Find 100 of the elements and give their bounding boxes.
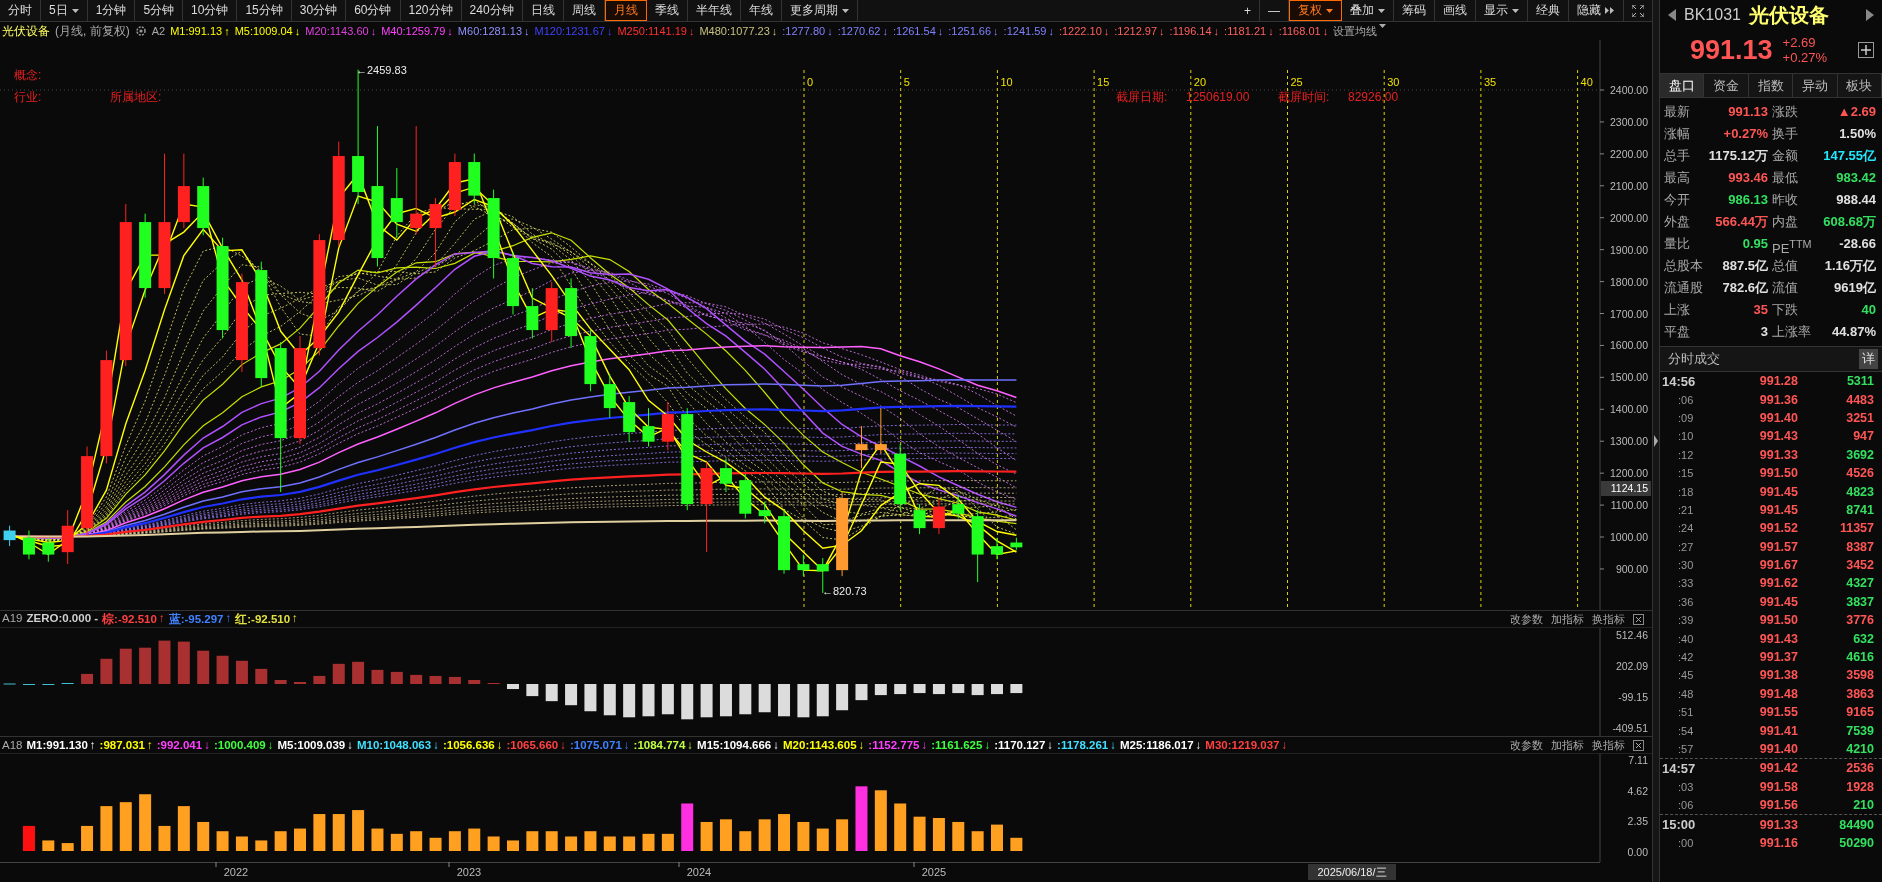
- axis-label: 1400.00: [1610, 403, 1648, 416]
- trade-price: 991.38: [1758, 668, 1798, 683]
- trend-arrow: ↓: [267, 739, 274, 751]
- trade-volume: 3452: [1845, 558, 1874, 573]
- quote-label: 量比: [1664, 235, 1691, 253]
- detail-button[interactable]: 详: [1859, 349, 1878, 369]
- trade-price: 991.16: [1758, 835, 1798, 850]
- trend-arrow: ↓: [1195, 739, 1202, 751]
- trade-volume: 3251: [1845, 410, 1874, 425]
- info-label: 行业:: [14, 90, 42, 104]
- trend-arrow: ↓: [370, 25, 377, 37]
- capture-label: 截屏时间:: [1278, 90, 1330, 104]
- indicator-value: 红:-92.510: [235, 611, 291, 627]
- quote-label: 总股本: [1664, 257, 1704, 275]
- indicator-value: :1170.127: [994, 739, 1046, 751]
- panel-action-link[interactable]: 改参数: [1510, 611, 1543, 627]
- crosshair-price-label: 1124.15: [1601, 481, 1651, 496]
- indicator-value: M15:1094.666: [697, 739, 772, 751]
- quote-label: 上涨: [1664, 301, 1691, 319]
- trade-price: 991.40: [1758, 742, 1798, 756]
- section-title: 分时成交: [1668, 350, 1720, 368]
- trade-time: :21: [1677, 503, 1695, 516]
- trade-price: 991.43: [1758, 429, 1798, 444]
- countdown-label: 10: [1000, 76, 1013, 88]
- indicator-value: 棕:-92.510: [102, 611, 157, 627]
- axis-label: 2023: [456, 866, 482, 878]
- trade-time: :36: [1677, 595, 1695, 608]
- info-label: 所属地区:: [110, 90, 162, 104]
- period-tab[interactable]: 月线: [604, 0, 647, 21]
- trade-time: :39: [1677, 614, 1695, 627]
- axis-label: -409.51: [1612, 722, 1648, 734]
- quote-label: 昨收: [1771, 191, 1799, 209]
- trade-price: 991.40: [1758, 410, 1798, 425]
- trend-arrow: ↓: [993, 25, 999, 37]
- quote-label: 换手: [1771, 125, 1799, 143]
- trend-arrow: ↓: [771, 25, 778, 37]
- trend-arrow: ↓: [560, 739, 566, 751]
- panel-tab[interactable]: 资金: [1704, 74, 1749, 97]
- quote-label: 金额: [1771, 147, 1799, 165]
- axis-label: 1500.00: [1610, 371, 1648, 384]
- panel-action-link[interactable]: 换指标: [1592, 737, 1625, 753]
- trade-volume: 3598: [1845, 668, 1874, 683]
- indicator-value: M25:1186.017: [1120, 739, 1194, 751]
- quote-value: 0.95: [1741, 235, 1768, 253]
- indicator-value: :1178.261: [1057, 739, 1109, 751]
- quote-label: 今开: [1664, 191, 1691, 209]
- panel-action-link[interactable]: 改参数: [1510, 737, 1543, 753]
- indicator-value: M1:991.13: [170, 25, 223, 37]
- trend-arrow: ↓: [606, 25, 613, 37]
- last-price: 991.13: [1690, 34, 1773, 66]
- trend-arrow: ↓: [687, 739, 694, 751]
- trend-arrow: ↓: [347, 739, 353, 751]
- quote-value: 566.44万: [1714, 213, 1768, 231]
- trend-arrow: ↓: [1213, 25, 1220, 37]
- quote-value: 35: [1752, 301, 1768, 319]
- panel-action-link[interactable]: 加指标: [1551, 611, 1584, 627]
- panel-action-link[interactable]: 换指标: [1592, 611, 1625, 627]
- trend-arrow: ↓: [524, 25, 530, 37]
- trend-arrow: ↑: [224, 25, 230, 37]
- ma-settings-button[interactable]: 设置均线: [1333, 23, 1387, 39]
- trade-price: 991.41: [1758, 723, 1798, 738]
- trade-time: :27: [1677, 540, 1695, 553]
- quote-value: 608.68万: [1822, 213, 1876, 231]
- trade-volume: 4327: [1845, 576, 1874, 591]
- quote-value: 993.46: [1727, 169, 1768, 187]
- axis-label: 1100.00: [1610, 499, 1648, 512]
- indicator-name: A18: [2, 739, 23, 751]
- trade-volume: 4483: [1845, 392, 1874, 407]
- trend-arrow: ↑: [292, 611, 298, 626]
- indicator-value: M250:1141.19: [617, 25, 687, 37]
- trade-volume: 3776: [1845, 613, 1874, 628]
- security-code: BK1031: [1684, 6, 1741, 24]
- trade-time: :10: [1677, 430, 1695, 443]
- panel-tab[interactable]: 盘口: [1660, 74, 1705, 97]
- panel-tab[interactable]: 异动: [1793, 74, 1838, 97]
- formula-label: A2: [151, 25, 166, 37]
- trade-price: 991.50: [1758, 466, 1798, 481]
- axis-label: 2300.00: [1610, 115, 1648, 128]
- trade-price: 991.45: [1758, 484, 1798, 499]
- countdown-label: 35: [1483, 76, 1497, 88]
- trend-arrow: ↓: [688, 25, 695, 37]
- panel-action-link[interactable]: 加指标: [1551, 737, 1584, 753]
- axis-label: 2025: [921, 866, 947, 878]
- panel-tab[interactable]: 指数: [1748, 74, 1794, 97]
- indicator-value: :1065.660: [506, 739, 559, 751]
- indicator-value: M1:991.130: [26, 739, 88, 751]
- trend-arrow: ↑: [89, 739, 96, 751]
- indicator-value: :1212.97: [1114, 25, 1158, 37]
- trend-arrow: ↑: [158, 611, 165, 626]
- indicator-value: :987.031: [99, 739, 145, 751]
- panel-tab[interactable]: 板块: [1837, 74, 1882, 97]
- trend-arrow: ↓: [1047, 739, 1054, 751]
- trade-volume: 9165: [1845, 705, 1874, 720]
- indicator-value: 蓝:-95.297: [168, 611, 224, 627]
- toolbar-button[interactable]: 复权: [1289, 0, 1342, 21]
- axis-label: 7.11: [1628, 754, 1648, 766]
- capture-value: 82926.00: [1348, 90, 1399, 104]
- trade-time: :42: [1677, 651, 1695, 664]
- price-change-percent: +0.27%: [1782, 50, 1828, 65]
- quote-label: 下跌: [1771, 301, 1799, 319]
